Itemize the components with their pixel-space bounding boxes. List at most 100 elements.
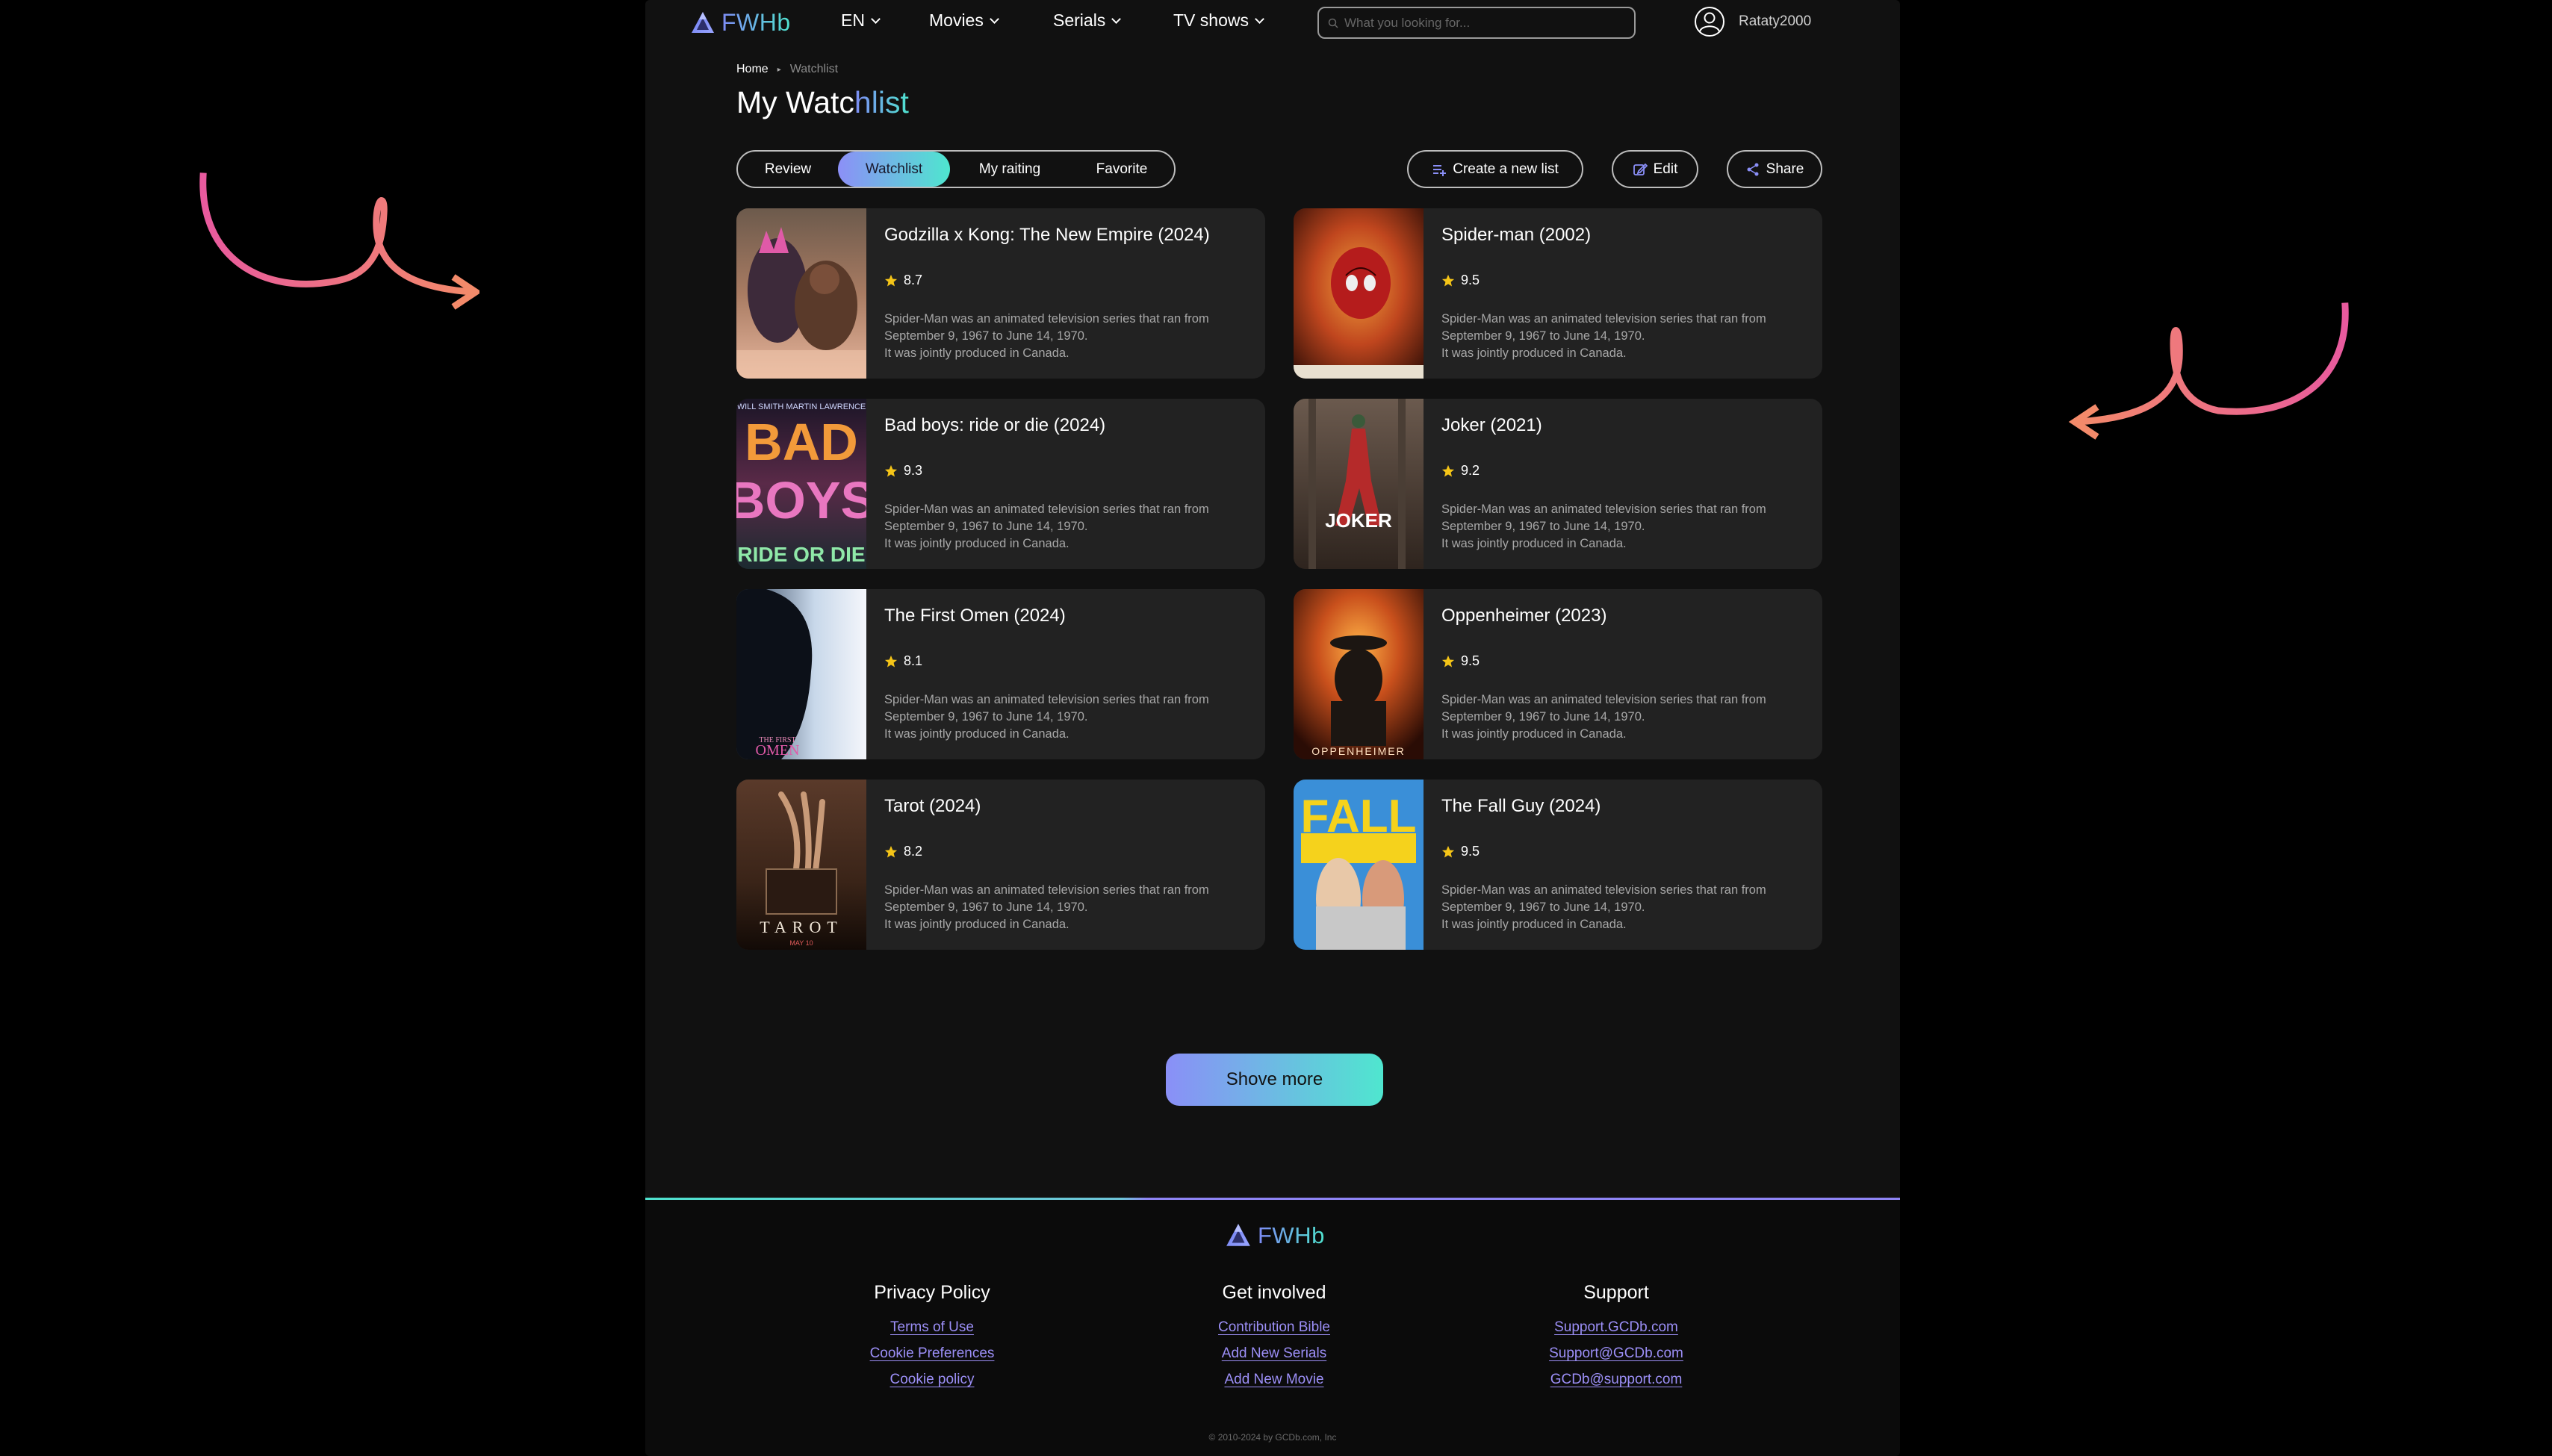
footer-link-cookie-policy[interactable]: Cookie policy [805,1366,1059,1393]
footer-link-add-movie[interactable]: Add New Movie [1147,1366,1401,1393]
movie-title[interactable]: Bad boys: ride or die (2024) [884,415,1105,436]
movie-rating: 9.5 [1441,653,1480,669]
footer-logo[interactable]: FWHb [1225,1222,1325,1249]
footer: FWHb Privacy Policy Terms of Use Cookie … [645,1200,1900,1456]
footer-link-add-serials[interactable]: Add New Serials [1147,1340,1401,1366]
movie-poster[interactable]: THE FIRST OMEN [736,589,866,759]
movie-description: Spider-Man was an animated television se… [1441,312,1766,360]
poster-title-line2: BOYS [736,471,866,529]
footer-column-privacy: Privacy Policy Terms of Use Cookie Prefe… [805,1282,1059,1393]
movie-card[interactable]: FALL The Fall Guy (2024) 9.5 Spider-Man … [1294,780,1822,950]
footer-link-contribution-bible[interactable]: Contribution Bible [1147,1314,1401,1340]
poster-subtitle: RIDE OR DIE [737,543,865,566]
footer-link-gcdb-email[interactable]: GCDb@support.com [1489,1366,1743,1393]
tab-watchlist[interactable]: Watchlist [838,152,950,187]
breadcrumb-separator-icon: ▸ [777,65,781,74]
nav-serials-label: Serials [1053,10,1106,30]
rating-value: 9.5 [1461,653,1480,668]
nav-movies[interactable]: Movies [929,10,999,31]
movie-rating: 8.7 [884,273,922,288]
playlist-add-icon [1433,164,1447,176]
nav-tv-shows[interactable]: TV shows [1173,10,1264,31]
poster-title: OMEN [756,742,800,759]
breadcrumb: Home ▸ Watchlist [736,63,838,76]
movie-description: Spider-Man was an animated television se… [1441,503,1766,550]
movie-poster[interactable]: FALL [1294,780,1424,950]
watchlist-tabs: Review Watchlist My raiting Favorite [736,150,1176,188]
footer-link-support-email[interactable]: Support@GCDb.com [1489,1340,1743,1366]
rating-value: 9.5 [1461,844,1480,859]
nav-movies-label: Movies [929,10,984,30]
movie-card[interactable]: OPPENHEIMER Oppenheimer (2023) 9.5 Spide… [1294,589,1822,759]
header-logo[interactable]: FWHb [690,9,791,37]
show-more-button[interactable]: Shove more [1166,1054,1383,1106]
edit-button[interactable]: Edit [1612,150,1698,188]
share-icon [1747,163,1759,175]
movie-description: Spider-Man was an animated television se… [884,312,1209,360]
nav-serials[interactable]: Serials [1053,10,1122,31]
movie-rating: 9.2 [1441,463,1480,479]
poster-title: OPPENHEIMER [1311,745,1405,757]
movie-title[interactable]: The First Omen (2024) [884,606,1066,626]
movie-rating: 8.1 [884,653,922,669]
movie-rating: 9.5 [1441,273,1480,288]
edit-icon [1633,163,1648,175]
chevron-down-icon [871,13,881,24]
movie-title[interactable]: Joker (2021) [1441,415,1542,436]
footer-column-support: Support Support.GCDb.com Support@GCDb.co… [1489,1282,1743,1393]
footer-link-terms[interactable]: Terms of Use [805,1314,1059,1340]
movie-rating: 9.3 [884,463,922,479]
create-list-button[interactable]: Create a new list [1407,150,1583,188]
user-menu[interactable]: Rataty2000 [1694,6,1811,37]
movie-card[interactable]: WILL SMITH MARTIN LAWRENCE BAD BOYS RIDE… [736,399,1265,569]
movie-description: Spider-Man was an animated television se… [1441,693,1766,741]
movie-poster[interactable]: OPPENHEIMER [1294,589,1424,759]
movie-description: Spider-Man was an animated television se… [1441,883,1766,931]
footer-link-cookie-preferences[interactable]: Cookie Preferences [805,1340,1059,1366]
search-box[interactable] [1317,7,1636,39]
movie-poster[interactable]: WILL SMITH MARTIN LAWRENCE BAD BOYS RIDE… [736,399,866,569]
logo-text: FWHb [1258,1222,1325,1248]
star-icon [884,845,898,858]
movie-card[interactable]: TAROT MAY 10 Tarot (2024) 8.2 Spider-Man… [736,780,1265,950]
logo-icon [692,11,714,33]
create-list-label: Create a new list [1453,161,1559,177]
top-navbar: FWHb EN Movies Serials TV shows What you… [645,0,1900,45]
watchlist-page: FWHb EN Movies Serials TV shows What you… [645,0,1900,1456]
movie-title[interactable]: Tarot (2024) [884,796,981,817]
page-title: My Watchlist [736,85,909,120]
search-input[interactable] [1344,15,1628,31]
movie-title[interactable]: Godzilla x Kong: The New Empire (2024) [884,225,1210,246]
movie-title[interactable]: Spider-man (2002) [1441,225,1591,246]
nav-tv-shows-label: TV shows [1173,10,1249,30]
search-icon [1328,18,1338,28]
star-icon [884,464,898,477]
movie-poster[interactable]: TAROT MAY 10 [736,780,866,950]
movie-card[interactable]: Spider-man (2002) 9.5 Spider-Man was an … [1294,208,1822,379]
star-icon [1441,274,1455,287]
poster-title-line1: BAD [745,413,858,471]
movie-title[interactable]: Oppenheimer (2023) [1441,606,1606,626]
movie-poster[interactable] [1294,208,1424,379]
movie-title[interactable]: The Fall Guy (2024) [1441,796,1601,817]
movie-card[interactable]: THE FIRST OMEN The First Omen (2024) 8.1… [736,589,1265,759]
breadcrumb-home[interactable]: Home [736,63,769,76]
logo-text: FWHb [721,9,791,36]
poster-title: JOKER [1325,509,1392,532]
movie-poster[interactable] [736,208,866,379]
footer-column-title: Support [1583,1282,1649,1303]
tab-favorite[interactable]: Favorite [1069,152,1174,187]
rating-value: 9.3 [904,463,923,478]
decorative-arrow-left [199,172,479,310]
tab-my-rating[interactable]: My raiting [950,152,1069,187]
footer-column-get-involved: Get involved Contribution Bible Add New … [1147,1282,1401,1393]
share-button[interactable]: Share [1727,150,1822,188]
nav-language[interactable]: EN [841,10,881,31]
tab-review[interactable]: Review [738,152,838,187]
movie-card[interactable]: JOKER Joker (2021) 9.2 Spider-Man was an… [1294,399,1822,569]
movie-card[interactable]: Godzilla x Kong: The New Empire (2024) 8… [736,208,1265,379]
page-title-part1: My Watc [736,85,854,119]
footer-link-support-site[interactable]: Support.GCDb.com [1489,1314,1743,1340]
movie-poster[interactable]: JOKER [1294,399,1424,569]
username: Rataty2000 [1739,13,1812,29]
